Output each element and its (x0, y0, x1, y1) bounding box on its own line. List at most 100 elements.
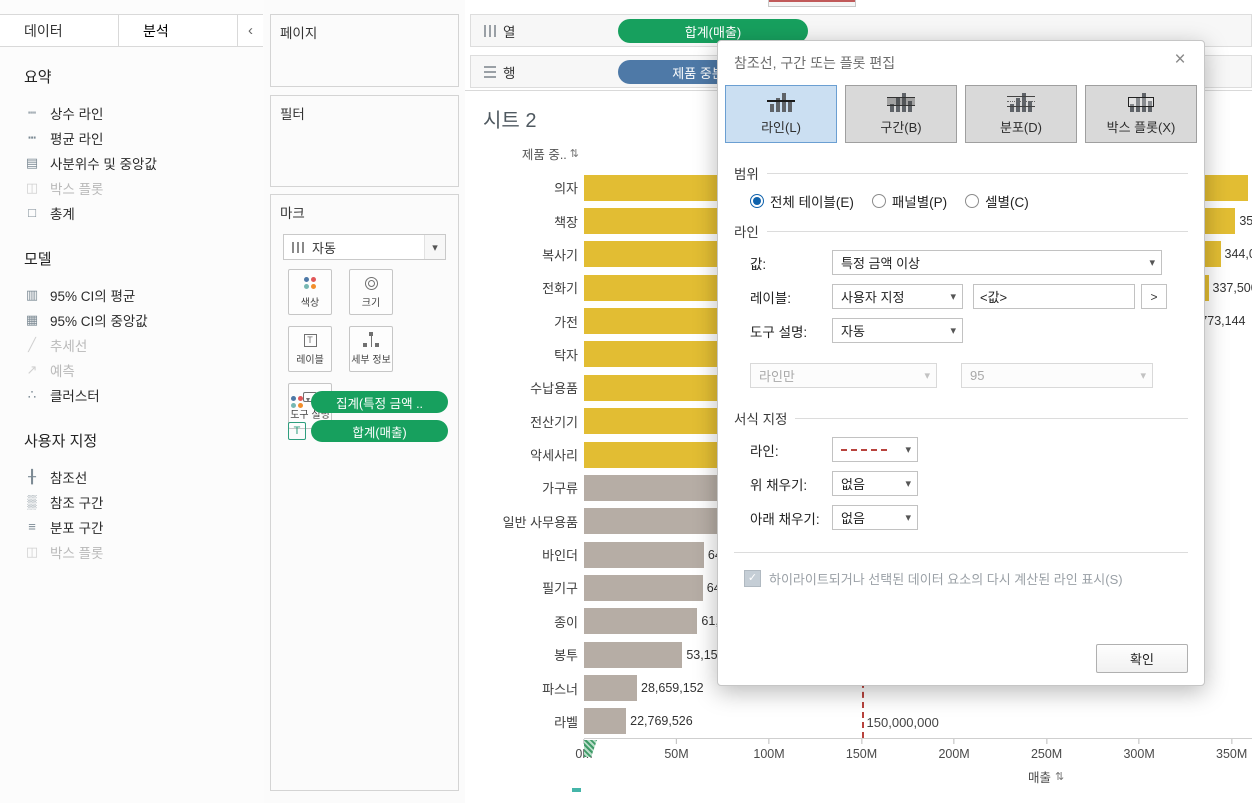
line-style-dropdown[interactable]: ▾ (832, 437, 918, 462)
chevron-down-icon[interactable]: ▾ (424, 235, 445, 259)
x-axis-tick-label: 50M (664, 747, 689, 761)
category-label: 파스너 (542, 681, 578, 697)
bar[interactable] (584, 675, 638, 702)
tooltip-label: 도구 설명: (750, 324, 808, 340)
category-label: 가전 (554, 314, 578, 330)
analysis-item-label: 박스 플롯 (50, 181, 104, 197)
analysis-item-label: 평균 라인 (50, 131, 104, 147)
analysis-item[interactable]: ┉ 상수 라인 (24, 100, 256, 125)
x-axis-title[interactable]: 매출 ⇅ (1028, 767, 1064, 786)
reference-type-button[interactable]: 구간(B) (845, 85, 957, 143)
analysis-item[interactable]: ◫ 박스 플롯 (24, 175, 256, 200)
mark-property-icon (363, 332, 379, 347)
category-label: 탁자 (554, 347, 578, 363)
mark-type-dropdown[interactable]: 자동 ▾ (283, 234, 446, 260)
field-pill[interactable]: 합계(매출) (311, 420, 448, 442)
analysis-item[interactable]: ∴ 클러스터 (24, 382, 256, 407)
reference-type-button[interactable]: 박스 플롯(X) (1085, 85, 1197, 143)
tooltip-dropdown[interactable]: 자동 ▾ (832, 318, 963, 343)
reference-type-icon (887, 92, 915, 112)
analysis-item[interactable]: ▒ 참조 구간 (24, 489, 256, 514)
mark-shelf-icon[interactable] (288, 393, 306, 411)
x-axis[interactable]: 0M50M100M150M200M250M300M350M (575, 738, 1252, 781)
filters-shelf[interactable]: 필터 (270, 95, 459, 187)
mark-property-button[interactable]: 크기 (349, 269, 393, 315)
scope-radio-option[interactable]: 셀별(C) (965, 191, 1029, 211)
analysis-item[interactable]: ▦ 95% CI의 중앙값 (24, 307, 256, 332)
analysis-item[interactable]: ▥ 95% CI의 평균 (24, 282, 256, 307)
mark-property-button[interactable]: 색상 (288, 269, 332, 315)
radio-icon[interactable] (750, 194, 764, 208)
bar[interactable] (584, 608, 698, 635)
analysis-item[interactable]: ▤ 사분위수 및 중앙값 (24, 150, 256, 175)
scope-radio-option[interactable]: 전체 테이블(E) (750, 191, 854, 211)
analytics-pane: 데이터 분석 ‹ 요약 ┉ 상수 라인 ┅ 평균 라인 ▤ 사분위수 및 중앙값… (0, 0, 265, 803)
rows-icon (484, 65, 496, 78)
mark-property-button[interactable]: 레이블 (288, 326, 332, 372)
mark-property-button[interactable]: 세부 정보 (349, 326, 393, 372)
line-style-label: 라인: (750, 443, 779, 459)
reference-type-button[interactable]: 분포(D) (965, 85, 1077, 143)
chart-row: 라벨 22,769,526 (465, 705, 1252, 738)
mark-type-value: 자동 (312, 240, 336, 256)
mark-property-label: 색상 (300, 298, 320, 309)
reference-type-icon (1128, 92, 1154, 112)
radio-icon[interactable] (871, 194, 886, 208)
label-dropdown[interactable]: 사용자 지정 ▾ (832, 284, 963, 309)
analysis-item-icon: ≡ (28, 519, 36, 534)
analysis-item[interactable]: □ 총계 (24, 200, 256, 225)
x-axis-tick: 100M (753, 739, 785, 761)
tab-analytics[interactable]: 분석 (119, 15, 238, 46)
analysis-item[interactable]: ╂ 참조선 (24, 464, 256, 489)
sort-icon[interactable]: ⇅ (570, 147, 579, 160)
category-label: 악세사리 (530, 448, 578, 464)
columns-shelf-head: 열 (471, 21, 614, 41)
pages-shelf[interactable]: 페이지 (270, 14, 459, 87)
scope-section-header: 범위 (734, 163, 1188, 183)
pages-title: 페이지 (280, 26, 318, 41)
section-summary: 요약 ┉ 상수 라인 ┅ 평균 라인 ▤ 사분위수 및 중앙값 ◫ 박스 플롯 … (24, 66, 256, 225)
insert-field-button[interactable]: > (1141, 284, 1167, 309)
row-field-header[interactable]: 제품 중.. ⇅ (465, 144, 579, 163)
checkbox-checked-icon[interactable]: ✓ (744, 570, 761, 587)
scope-radio-option[interactable]: 패널별(P) (871, 191, 947, 211)
divider (734, 552, 1188, 553)
bar-value-label: 344,000,000 (1224, 247, 1252, 262)
bar[interactable] (584, 574, 703, 601)
bar[interactable] (584, 708, 627, 735)
fill-below-label: 아래 채우기: (750, 511, 820, 527)
mark-property-icon (364, 276, 378, 290)
analysis-item[interactable]: ┅ 평균 라인 (24, 125, 256, 150)
analysis-item-icon: ∴ (27, 386, 37, 402)
analysis-item-icon: ↗ (26, 361, 38, 377)
reference-type-button[interactable]: 라인(L) (725, 85, 837, 143)
reference-type-label: 박스 플롯(X) (1106, 120, 1176, 135)
tab-data[interactable]: 데이터 (0, 15, 119, 46)
mark-property-icon (302, 275, 318, 290)
format-section-header: 서식 지정 (734, 408, 1188, 428)
value-dropdown[interactable]: 특정 금액 이상 ▾ (832, 250, 1162, 275)
analysis-item[interactable]: ╱ 추세선 (24, 332, 256, 357)
fill-above-text: 없음 (841, 477, 865, 492)
rows-label: 행 (503, 65, 516, 81)
fill-above-dropdown[interactable]: 없음 ▾ (832, 471, 918, 496)
radio-icon[interactable] (965, 194, 980, 208)
edit-reference-line-dialog: 참조선, 구간 또는 플롯 편집 × 라인(L) 구간(B) 분포(D) 박스 … (717, 40, 1205, 686)
analysis-item-label: 총계 (50, 206, 75, 222)
analysis-item-icon: ▤ (25, 154, 39, 170)
fill-below-dropdown[interactable]: 없음 ▾ (832, 505, 918, 530)
analysis-item[interactable]: ≡ 분포 구간 (24, 514, 256, 539)
bar[interactable] (584, 641, 683, 668)
mark-shelf-icon[interactable] (288, 422, 306, 440)
ok-button[interactable]: 확인 (1096, 644, 1188, 673)
bar[interactable] (584, 541, 704, 568)
field-pill[interactable]: 집계(특정 금액 .. (311, 391, 448, 413)
label-label: 레이블: (750, 290, 792, 306)
label-value-input[interactable] (973, 284, 1135, 309)
sort-icon[interactable]: ⇅ (1055, 770, 1064, 783)
collapse-pane-icon[interactable]: ‹ (238, 15, 263, 46)
scope-section-title: 범위 (734, 167, 759, 182)
close-icon[interactable]: × (1169, 49, 1191, 71)
analysis-item[interactable]: ◫ 박스 플롯 (24, 539, 256, 564)
analysis-item[interactable]: ↗ 예측 (24, 357, 256, 382)
